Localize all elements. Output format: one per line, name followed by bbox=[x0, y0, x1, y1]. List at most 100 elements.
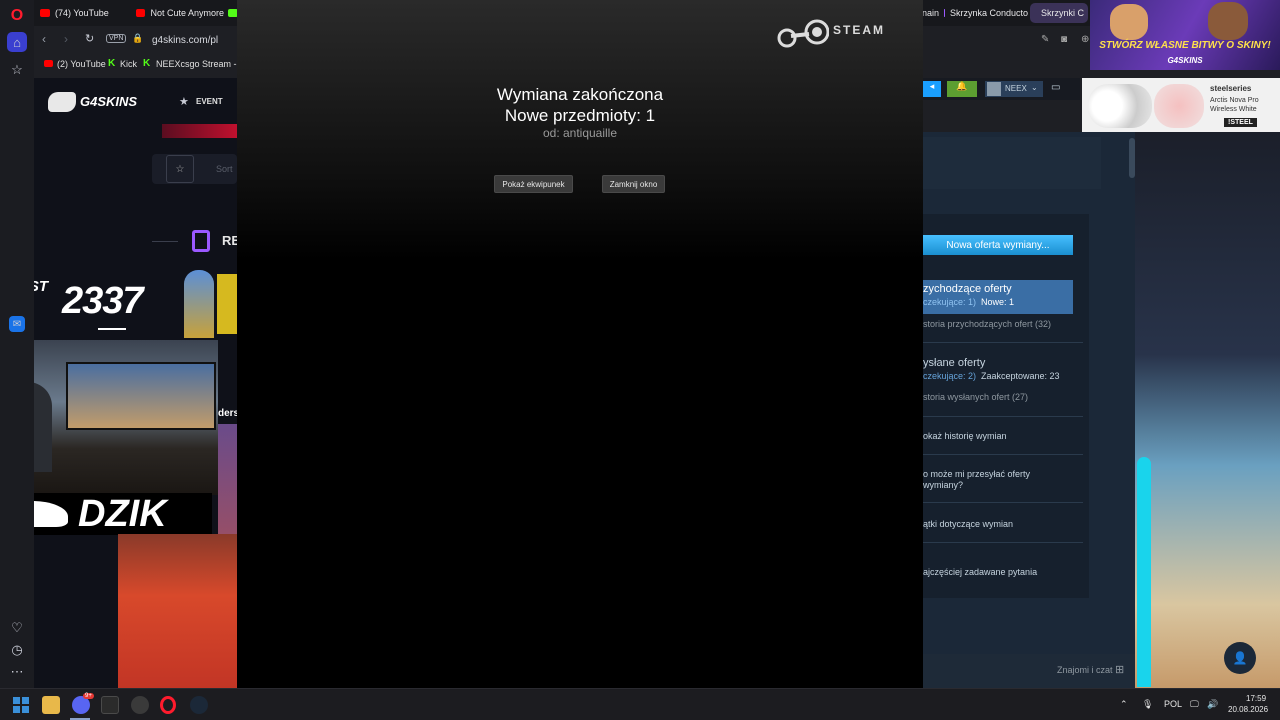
more-dots-icon[interactable]: ⋯ bbox=[7, 662, 27, 682]
divider bbox=[152, 241, 178, 242]
incoming-pending: czekujące: 1) bbox=[923, 297, 977, 307]
fighter-left bbox=[1110, 4, 1148, 40]
opera-sidebar: O ⌂ ☆ ✉ ♡ ◷ ⋯ bbox=[0, 0, 34, 688]
background-game-art: 👤 bbox=[1135, 132, 1280, 688]
extensions-icon[interactable]: ⊕ bbox=[1081, 34, 1089, 45]
vpn-badge[interactable]: VPN bbox=[106, 34, 127, 43]
microphone-icon[interactable]: 🎙 bbox=[1142, 699, 1153, 710]
obs-icon[interactable] bbox=[131, 696, 149, 714]
support-chat-icon[interactable]: 👤 bbox=[1224, 642, 1256, 674]
date-label: 27.ST bbox=[34, 278, 49, 295]
user-avatar bbox=[987, 82, 1001, 96]
steam-trade-modal: STEAM Wymiana zakończona Nowe przedmioty… bbox=[237, 0, 923, 688]
clock-time[interactable]: 17:59 bbox=[1246, 694, 1266, 703]
language-indicator[interactable]: POL bbox=[1164, 699, 1182, 709]
history-clock-icon[interactable]: ◷ bbox=[7, 640, 27, 660]
trade-partner: od: antiquaille bbox=[542, 126, 618, 140]
tab-label: nain bbox=[922, 8, 940, 18]
user-name: NEEX bbox=[1005, 84, 1027, 93]
counter-value: 2337 bbox=[62, 280, 144, 322]
ad-brand: steelseries bbox=[1210, 84, 1252, 93]
streamer-banner: DZIK bbox=[34, 493, 212, 535]
steelseries-ad[interactable]: steelseries Arctis Nova Pro Wireless Whi… bbox=[1082, 78, 1280, 132]
cyan-pillar bbox=[1137, 457, 1151, 687]
battle-icon bbox=[192, 230, 210, 252]
bookmark-youtube[interactable]: (2) YouTube bbox=[57, 59, 106, 69]
opera-logo-icon[interactable]: O bbox=[7, 6, 27, 26]
windows-start-icon[interactable] bbox=[12, 696, 30, 714]
home-icon[interactable]: ⌂ bbox=[7, 32, 27, 52]
discord-badge: 9+ bbox=[83, 693, 94, 699]
edit-icon[interactable]: ✎ bbox=[1041, 34, 1049, 45]
divider bbox=[923, 454, 1083, 455]
terminal-app-icon[interactable] bbox=[101, 696, 119, 714]
banner-headline: STWÓRZ WŁASNE BITWY O SKINY! bbox=[1099, 40, 1271, 51]
tab-not-cute-anymore[interactable]: Not Cute Anymore bbox=[136, 3, 224, 23]
trade-issues-link[interactable]: ątki dotyczące wymian bbox=[923, 519, 1013, 529]
divider bbox=[923, 342, 1083, 343]
headset-image-2 bbox=[1154, 84, 1204, 128]
camera-icon[interactable]: ◙ bbox=[1061, 34, 1067, 45]
network-icon[interactable]: 🖵 bbox=[1190, 699, 1199, 710]
volume-icon[interactable]: 🔊 bbox=[1207, 699, 1218, 710]
tab-label: Skrzynki C bbox=[1041, 8, 1085, 18]
friends-chat-label: Znajomi i czat bbox=[1057, 665, 1113, 675]
friends-chat-bar[interactable]: Znajomi i czat ⊞ bbox=[923, 654, 1135, 688]
bookmark-neex-stream[interactable]: NEEXcsgo Stream -... bbox=[156, 59, 244, 69]
file-explorer-icon[interactable] bbox=[42, 696, 60, 714]
sent-offers-title[interactable]: ysłane oferty bbox=[923, 357, 985, 369]
show-inventory-button[interactable]: Pokaż ekwipunek bbox=[494, 175, 573, 193]
g4skins-logo[interactable]: G4SKINS bbox=[80, 94, 137, 109]
notification-bell-icon[interactable]: 🔔 bbox=[947, 81, 977, 97]
streamer-photo bbox=[118, 534, 237, 688]
incoming-history-link[interactable]: storia przychodzących ofert (32) bbox=[923, 319, 1051, 329]
nav-event[interactable]: EVENT bbox=[196, 97, 223, 106]
forward-arrow-icon[interactable]: › bbox=[64, 32, 68, 46]
divider bbox=[923, 416, 1083, 417]
sent-history-link[interactable]: storia wysłanych ofert (27) bbox=[923, 392, 1028, 402]
bookmark-kick[interactable]: Kick bbox=[120, 59, 137, 69]
sort-placeholder: Sort bbox=[216, 164, 233, 174]
windows-taskbar: 9+ ⌃ 🎙 POL 🖵 🔊 17:59 20.08.2026 bbox=[0, 688, 1280, 720]
counter-underline bbox=[98, 328, 126, 330]
chevron-down-icon: ⌄ bbox=[1031, 83, 1038, 92]
reload-icon[interactable]: ↻ bbox=[85, 32, 94, 45]
tab-skrzynka-conducto[interactable]: Skrzynka Conducto bbox=[944, 3, 1028, 23]
incoming-offers-item[interactable]: zychodzące oferty czekujące: 1) Nowe: 1 bbox=[923, 280, 1073, 314]
bookmark-star-icon[interactable]: ☆ bbox=[7, 60, 27, 80]
broadcast-icon[interactable]: ◂ bbox=[923, 81, 941, 97]
bookmarks-bar: (2) YouTube K Kick K NEEXcsgo Stream -..… bbox=[34, 55, 244, 75]
side-label: ders bbox=[218, 408, 237, 419]
close-window-button[interactable]: Zamknij okno bbox=[602, 175, 665, 193]
url-text[interactable]: g4skins.com/pl bbox=[152, 35, 218, 46]
tab-youtube[interactable]: (74) YouTube bbox=[40, 3, 130, 23]
youtube-icon bbox=[40, 9, 50, 17]
browser-toolbar-right: ✎ ◙ ⊕ bbox=[923, 26, 1090, 78]
headset-image bbox=[1088, 84, 1152, 128]
webcam-person bbox=[34, 382, 52, 472]
who-can-send-link[interactable]: o może mi przesyłać oferty wymiany? bbox=[923, 469, 1043, 491]
character-avatar bbox=[184, 270, 214, 338]
youtube-icon bbox=[136, 9, 146, 17]
tray-chevron-up-icon[interactable]: ⌃ bbox=[1120, 699, 1128, 710]
faq-link[interactable]: ajczęściej zadawane pytania bbox=[923, 567, 1037, 577]
user-menu[interactable]: NEEX ⌄ bbox=[985, 81, 1043, 97]
g4skins-banner-ad[interactable]: STWÓRZ WŁASNE BITWY O SKINY! G4SKINS bbox=[1090, 0, 1280, 70]
favorite-star-icon[interactable]: ☆ bbox=[166, 155, 194, 183]
g4skins-wolf-icon bbox=[48, 92, 76, 112]
clock-date[interactable]: 20.08.2026 bbox=[1228, 705, 1268, 714]
tab-skrzynki-active[interactable]: Skrzynki C bbox=[1030, 3, 1088, 23]
heart-icon[interactable]: ♡ bbox=[7, 618, 27, 638]
card-thumbnail bbox=[217, 274, 237, 334]
new-trade-offer-button[interactable]: Nowa oferta wymiany... bbox=[923, 235, 1073, 255]
back-arrow-icon[interactable]: ‹ bbox=[42, 32, 46, 46]
opera-taskbar-icon[interactable] bbox=[160, 696, 176, 714]
steam-taskbar-icon[interactable] bbox=[190, 696, 208, 714]
sort-box[interactable]: ☆ Sort bbox=[152, 154, 237, 184]
messenger-icon[interactable]: ✉ bbox=[9, 316, 25, 332]
g4skins-page-left: G4SKINS ★ EVENT ☆ Sort RE 27.ST 2337 der… bbox=[34, 78, 237, 688]
show-trade-history-link[interactable]: okaż historię wymian bbox=[923, 431, 1007, 441]
tab-label: Not Cute Anymore bbox=[150, 8, 224, 18]
tab-partial[interactable]: nain bbox=[922, 3, 940, 23]
big-picture-icon[interactable]: ▭ bbox=[1051, 82, 1060, 93]
